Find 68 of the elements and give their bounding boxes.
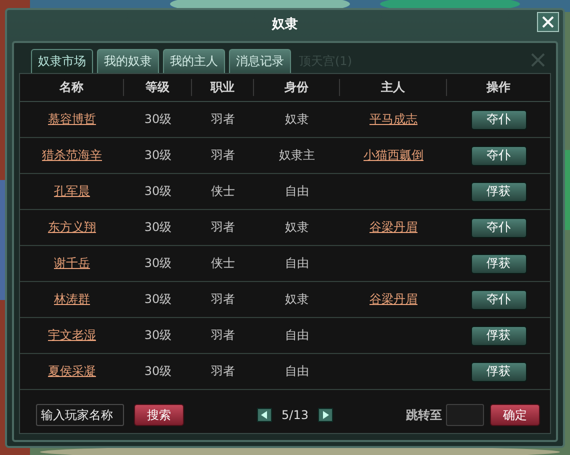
status-cell-text: 奴隶: [284, 291, 310, 308]
action-button[interactable]: 夺仆: [470, 290, 526, 310]
job-cell-text: 羽者: [210, 111, 236, 128]
status-cell-text: 自由: [284, 255, 310, 272]
close-icon: [531, 53, 545, 67]
search-field[interactable]: 输入玩家名称: [36, 404, 124, 426]
job-cell-text: 羽者: [210, 291, 236, 308]
action-button[interactable]: 俘获: [470, 326, 526, 346]
level-cell-text: 30级: [143, 183, 173, 200]
next-page-button[interactable]: [318, 408, 334, 422]
column-header: 职业: [192, 79, 254, 96]
player-link[interactable]: 猎杀范海辛: [42, 147, 102, 164]
close-icon: [541, 15, 555, 29]
action-button[interactable]: 俘获: [470, 182, 526, 202]
status-cell-text: 奴隶: [284, 111, 310, 128]
status-cell-text: 自由: [284, 363, 310, 380]
tab[interactable]: 我的奴隶: [97, 49, 159, 73]
search-button[interactable]: 搜索: [134, 404, 184, 426]
level-cell-text: 30级: [143, 219, 173, 236]
player-link[interactable]: 孔军晨: [54, 183, 90, 200]
player-link[interactable]: 林涛群: [54, 291, 90, 308]
owner-link[interactable]: 平马成志: [370, 111, 418, 128]
owner-link[interactable]: 谷梁丹眉: [370, 219, 418, 236]
close-button[interactable]: [537, 12, 559, 32]
job-cell-text: 侠士: [210, 183, 236, 200]
window-title: 奴隶: [272, 16, 298, 33]
confirm-button[interactable]: 确定: [490, 404, 540, 426]
job-cell-text: 羽者: [210, 363, 236, 380]
tab[interactable]: 奴隶市场: [31, 49, 93, 73]
column-header: 主人: [340, 79, 447, 96]
job-cell-text: 羽者: [210, 327, 236, 344]
player-link[interactable]: 慕容博哲: [48, 111, 96, 128]
status-cell-text: 奴隶主: [278, 147, 316, 164]
level-cell-text: 30级: [143, 291, 173, 308]
owner-link[interactable]: 小猫西瓤倒: [364, 147, 424, 164]
level-cell-text: 30级: [143, 111, 173, 128]
action-button[interactable]: 夺仆: [470, 110, 526, 130]
column-header: 等级: [124, 79, 192, 96]
player-link[interactable]: 谢千岳: [54, 255, 90, 272]
right-triangle-icon: [322, 411, 329, 419]
level-cell-text: 30级: [143, 255, 173, 272]
level-cell-text: 30级: [143, 147, 173, 164]
level-cell-text: 30级: [143, 363, 173, 380]
player-link[interactable]: 夏侯采凝: [48, 363, 96, 380]
tab[interactable]: 我的主人: [163, 49, 225, 73]
column-header: 名称: [20, 79, 124, 96]
column-header: 操作: [485, 79, 512, 96]
owner-link[interactable]: 谷梁丹眉: [370, 291, 418, 308]
tab[interactable]: 消息记录: [229, 49, 291, 73]
job-cell-text: 侠士: [210, 255, 236, 272]
jump-label: 跳转至: [406, 406, 442, 424]
status-cell-text: 自由: [284, 183, 310, 200]
page-indicator: 5/13: [282, 408, 308, 422]
action-button[interactable]: 夺仆: [470, 146, 526, 166]
job-cell-text: 羽者: [210, 147, 236, 164]
prev-page-button[interactable]: [256, 408, 272, 422]
action-button[interactable]: 俘获: [470, 362, 526, 382]
left-triangle-icon: [261, 411, 268, 419]
player-link[interactable]: 宇文老湿: [48, 327, 96, 344]
page-input[interactable]: [446, 404, 484, 426]
status-cell-text: 奴隶: [284, 219, 310, 236]
status-cell-text: 自由: [284, 327, 310, 344]
column-header: 身份: [254, 79, 340, 96]
job-cell-text: 羽者: [210, 219, 236, 236]
level-cell-text: 30级: [143, 327, 173, 344]
action-button[interactable]: 夺仆: [470, 218, 526, 238]
player-link[interactable]: 东方义翔: [48, 219, 96, 236]
action-button[interactable]: 俘获: [470, 254, 526, 274]
